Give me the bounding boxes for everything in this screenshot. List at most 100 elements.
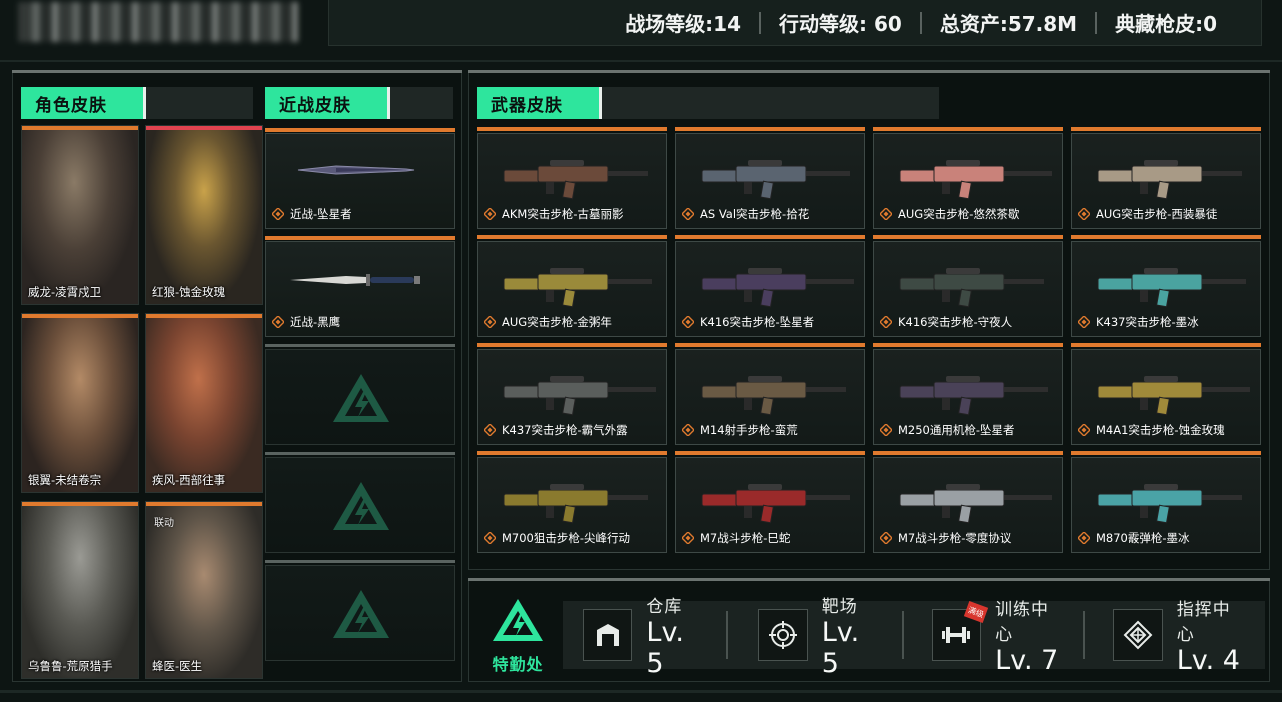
weapon-skin-card[interactable]: M250通用机枪-坠星者 <box>873 343 1063 445</box>
rarity-diamond-icon <box>880 208 892 220</box>
rarity-diamond-icon <box>1078 532 1090 544</box>
weapon-skin-card[interactable]: K437突击步枪-墨冰 <box>1071 235 1261 337</box>
total-assets-stat: 总资产:57.8M <box>939 12 1078 36</box>
collection-skins-stat: 典藏枪皮:0 <box>1115 12 1217 36</box>
special-ops-bar: 特勤处 仓库 Lv. 5 靶场 Lv. 5 满级 训练中心 Lv. 7 指挥中心 Lv. 4 <box>468 578 1270 682</box>
rarity-diamond-icon <box>484 424 496 436</box>
rarity-diamond-icon <box>682 208 694 220</box>
rarity-diamond-icon <box>682 316 694 328</box>
empty-melee-slot[interactable] <box>265 344 455 445</box>
weapon-skin-card[interactable]: K416突击步枪-坠星者 <box>675 235 865 337</box>
weapon-skin-card[interactable]: M4A1突击步枪-蚀金玫瑰 <box>1071 343 1261 445</box>
weapon-skin-name: M4A1突击步枪-蚀金玫瑰 <box>1096 423 1225 437</box>
rarity-diamond-icon <box>682 424 694 436</box>
weapon-skin-card[interactable]: AUG突击步枪-西装暴徒 <box>1071 127 1261 229</box>
facility-dumbbell[interactable]: 满级 训练中心 Lv. 7 <box>931 600 1064 676</box>
weapon-skin-name: AUG突击步枪-西装暴徒 <box>1096 207 1218 221</box>
stat-divider <box>759 11 762 34</box>
weapon-skins-tab[interactable]: 武器皮肤 <box>477 87 939 119</box>
melee-skins-title: 近战皮肤 <box>265 87 387 119</box>
special-ops-button[interactable]: 特勤处 <box>483 597 553 675</box>
facility-target[interactable]: 靶场 Lv. 5 <box>758 597 881 679</box>
weapon-skin-card[interactable]: M7战斗步枪-巳蛇 <box>675 451 865 553</box>
facility-warehouse[interactable]: 仓库 Lv. 5 <box>583 597 706 679</box>
weapon-image <box>1092 152 1252 204</box>
weapon-skins-title: 武器皮肤 <box>477 87 599 119</box>
rarity-bar <box>873 127 1063 131</box>
facility-name: 训练中心 <box>995 599 1050 645</box>
weapon-skin-card[interactable]: M14射手步枪-蛮荒 <box>675 343 865 445</box>
weapon-image <box>696 476 856 528</box>
weapon-skin-name: M870霰弹枪-墨冰 <box>1096 531 1190 545</box>
rarity-diamond-icon <box>1078 208 1090 220</box>
rarity-diamond-icon <box>880 316 892 328</box>
rarity-bar <box>265 236 455 240</box>
weapon-skin-name: M14射手步枪-蛮荒 <box>700 423 798 437</box>
weapon-skin-card[interactable]: K437突击步枪-霸气外露 <box>477 343 667 445</box>
rarity-bar <box>477 343 667 347</box>
weapon-skin-name: M250通用机枪-坠星者 <box>898 423 1015 437</box>
facility-level: Lv. 5 <box>646 616 684 679</box>
facility-divider <box>901 611 904 659</box>
character-skin-card[interactable]: 银翼-未结卷宗 <box>21 313 139 493</box>
weapon-image <box>498 152 658 204</box>
character-skin-card[interactable]: 红狼-蚀金玫瑰 <box>145 125 263 305</box>
weapon-image <box>894 476 1054 528</box>
slot-top-bar <box>265 344 455 347</box>
character-portrait <box>22 506 138 678</box>
weapon-skin-card[interactable]: AUG突击步枪-金粥年 <box>477 235 667 337</box>
rarity-diamond-icon <box>880 532 892 544</box>
character-skin-card[interactable]: 疾风-西部往事 <box>145 313 263 493</box>
facility-name: 指挥中心 <box>1176 599 1231 645</box>
rarity-diamond-icon <box>1078 424 1090 436</box>
weapon-skin-card[interactable]: AKM突击步枪-古墓丽影 <box>477 127 667 229</box>
rarity-bar <box>265 128 455 132</box>
top-bar: 战场等级:14 行动等级: 60 总资产:57.8M 典藏枪皮:0 <box>0 0 1282 62</box>
melee-skins-tab[interactable]: 近战皮肤 <box>265 87 453 119</box>
character-skin-card[interactable]: 联动 蜂医-医生 <box>145 501 263 679</box>
character-skin-card[interactable]: 威龙-凌霄戍卫 <box>21 125 139 305</box>
rarity-bar <box>1071 127 1261 131</box>
character-portrait <box>22 130 138 304</box>
weapon-skin-card[interactable]: K416突击步枪-守夜人 <box>873 235 1063 337</box>
weapon-image <box>1092 476 1252 528</box>
melee-skin-card[interactable]: 近战-坠星者 <box>265 128 455 229</box>
weapon-image <box>498 476 658 528</box>
weapon-skin-name: AUG突击步枪-悠然茶歇 <box>898 207 1020 221</box>
melee-skin-card[interactable]: 近战-黑鹰 <box>265 236 455 337</box>
weapon-skin-card[interactable]: M7战斗步枪-零度协议 <box>873 451 1063 553</box>
weapon-image <box>498 260 658 312</box>
weapon-image <box>696 260 856 312</box>
weapon-skin-name: M7战斗步枪-零度协议 <box>898 531 1012 545</box>
melee-skin-name: 近战-坠星者 <box>290 207 352 221</box>
weapon-skin-card[interactable]: AUG突击步枪-悠然茶歇 <box>873 127 1063 229</box>
character-skin-name: 红狼-蚀金玫瑰 <box>152 285 226 299</box>
stat-divider <box>1095 11 1098 34</box>
facility-command[interactable]: 指挥中心 Lv. 4 <box>1113 600 1245 676</box>
weapon-skin-card[interactable]: M700狙击步枪-尖峰行动 <box>477 451 667 553</box>
weapon-skin-name: K437突击步枪-霸气外露 <box>502 423 628 437</box>
facility-divider <box>1083 611 1086 659</box>
empty-melee-slot[interactable] <box>265 560 455 661</box>
weapon-skin-card[interactable]: M870霰弹枪-墨冰 <box>1071 451 1261 553</box>
target-icon <box>758 609 808 661</box>
rarity-diamond-icon <box>484 316 496 328</box>
rarity-bar <box>675 343 865 347</box>
character-skin-card[interactable]: 乌鲁鲁-荒原猎手 <box>21 501 139 679</box>
weapon-skin-name: AS Val突击步枪-拾花 <box>700 207 810 221</box>
facility-name: 仓库 <box>646 596 683 617</box>
knife-image <box>286 268 436 296</box>
dumbbell-icon: 满级 <box>931 601 989 661</box>
weapon-image <box>1092 368 1252 420</box>
tab-tail <box>387 87 453 119</box>
character-skins-tab[interactable]: 角色皮肤 <box>21 87 253 119</box>
weapon-panel: 武器皮肤 AKM突击步枪-古墓丽影 AS Val突击步枪-拾花 AUG突击步枪-悠然… <box>468 70 1270 570</box>
weapon-skin-card[interactable]: AS Val突击步枪-拾花 <box>675 127 865 229</box>
stats-bar: 战场等级:14 行动等级: 60 总资产:57.8M 典藏枪皮:0 <box>328 0 1262 46</box>
battlefield-level-stat: 战场等级:14 <box>625 12 742 36</box>
character-portrait <box>146 318 262 492</box>
facility-list: 仓库 Lv. 5 靶场 Lv. 5 满级 训练中心 Lv. 7 指挥中心 Lv. 4 <box>563 597 1265 679</box>
empty-melee-slot[interactable] <box>265 452 455 553</box>
melee-skin-name: 近战-黑鹰 <box>290 315 341 329</box>
weapon-skin-name: AKM突击步枪-古墓丽影 <box>502 207 624 221</box>
